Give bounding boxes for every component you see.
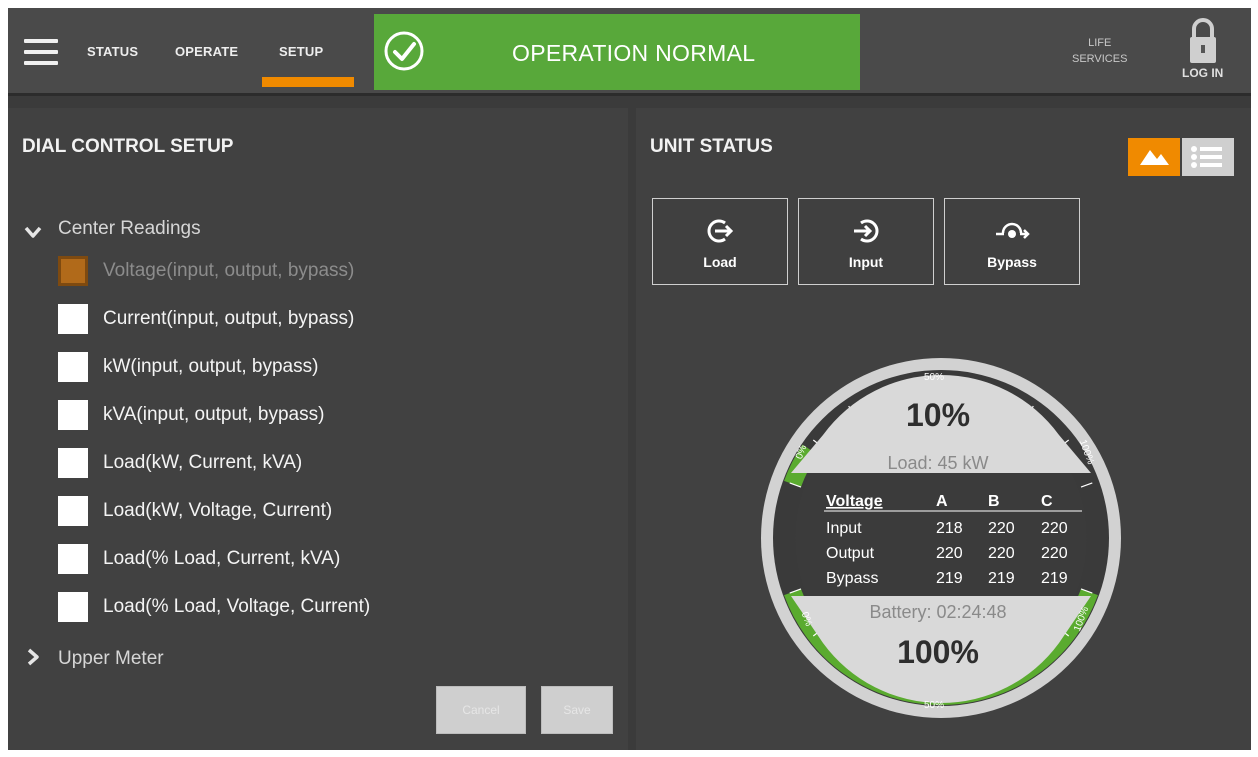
option-label: kW(input, output, bypass) <box>103 356 319 377</box>
voltage-header: Voltage <box>826 493 883 510</box>
load-kw: Load: 45 kW <box>887 453 988 473</box>
panel-title: DIAL CONTROL SETUP <box>22 136 234 157</box>
top-bar: STATUS OPERATE SETUP OPERATION NORMAL LI… <box>8 8 1251 96</box>
status-banner: OPERATION NORMAL <box>374 14 860 90</box>
battery-time: Battery: 02:24:48 <box>869 602 1006 622</box>
cancel-button[interactable]: Cancel <box>436 686 526 734</box>
save-button[interactable]: Save <box>541 686 613 734</box>
center-reading-option[interactable]: Load(kW, Voltage, Current) <box>58 494 332 528</box>
option-label: Load(% Load, Voltage, Current) <box>103 596 371 617</box>
center-reading-option[interactable]: Load(% Load, Voltage, Current) <box>58 590 370 624</box>
chevron-down-icon[interactable] <box>24 224 42 242</box>
battery-scale-50-label: 50% <box>924 700 944 711</box>
life-services-link[interactable]: LIFE SERVICES <box>1072 35 1127 67</box>
app-frame: STATUS OPERATE SETUP OPERATION NORMAL LI… <box>8 8 1251 750</box>
nav-status[interactable]: STATUS <box>87 44 138 59</box>
row-input-a: 218 <box>936 520 963 537</box>
center-reading-option[interactable]: kVA(input, output, bypass) <box>58 398 324 432</box>
login-button[interactable]: LOG IN <box>1182 66 1223 80</box>
row-bypass-c: 219 <box>1041 570 1068 587</box>
center-reading-option: Voltage(input, output, bypass) <box>58 254 354 288</box>
option-label: Load(kW, Current, kVA) <box>103 452 303 473</box>
status-banner-text: OPERATION NORMAL <box>512 40 756 66</box>
phase-c-header: C <box>1041 493 1053 510</box>
center-readings-group[interactable]: Center Readings <box>58 218 201 240</box>
nav-operate[interactable]: OPERATE <box>175 44 238 59</box>
dial-control-setup-panel: DIAL CONTROL SETUP Center Readings Volta… <box>8 108 628 750</box>
option-label: Voltage(input, output, bypass) <box>103 260 355 281</box>
load-scale-50-label: 50% <box>924 372 944 383</box>
row-bypass-label: Bypass <box>826 570 878 587</box>
battery-percent: 100% <box>897 634 979 670</box>
center-reading-option[interactable]: kW(input, output, bypass) <box>58 350 318 384</box>
center-reading-option[interactable]: Load(kW, Current, kVA) <box>58 446 302 480</box>
row-output-label: Output <box>826 545 875 562</box>
option-label: Current(input, output, bypass) <box>103 308 355 329</box>
life-services-line2: SERVICES <box>1072 53 1128 65</box>
checkbox[interactable] <box>58 592 88 622</box>
phase-b-header: B <box>988 493 1000 510</box>
row-input-label: Input <box>826 520 862 537</box>
checkbox[interactable] <box>58 496 88 526</box>
phase-a-header: A <box>936 493 948 510</box>
life-services-line1: LIFE <box>1088 37 1112 49</box>
row-input-b: 220 <box>988 520 1015 537</box>
upper-meter-group[interactable]: Upper Meter <box>58 648 164 670</box>
checkbox[interactable] <box>58 352 88 382</box>
checkbox[interactable] <box>58 448 88 478</box>
checkbox[interactable] <box>58 544 88 574</box>
row-output-b: 220 <box>988 545 1015 562</box>
row-input-c: 220 <box>1041 520 1068 537</box>
unit-status-panel: UNIT STATUS Load Input Bypass 50% 0% 100… <box>636 108 1251 750</box>
nav-active-indicator <box>262 77 354 87</box>
menu-icon[interactable] <box>24 39 58 65</box>
nav-setup[interactable]: SETUP <box>279 44 323 59</box>
lock-icon[interactable] <box>1188 16 1218 66</box>
row-bypass-a: 219 <box>936 570 963 587</box>
center-reading-option[interactable]: Current(input, output, bypass) <box>58 302 354 336</box>
checkbox[interactable] <box>58 304 88 334</box>
option-label: Load(% Load, Current, kVA) <box>103 548 341 569</box>
row-output-c: 220 <box>1041 545 1068 562</box>
check-circle-icon <box>384 31 424 71</box>
checkbox[interactable] <box>58 400 88 430</box>
ups-dial-gauge: 50% 0% 100% 0% 100% 50% 10% Load: 45 kW … <box>761 358 1121 718</box>
option-label: kVA(input, output, bypass) <box>103 404 325 425</box>
option-label: Load(kW, Voltage, Current) <box>103 500 333 521</box>
checkbox <box>58 256 88 286</box>
load-percent: 10% <box>906 397 970 433</box>
chevron-right-icon[interactable] <box>24 648 42 666</box>
center-reading-option[interactable]: Load(% Load, Current, kVA) <box>58 542 340 576</box>
row-output-a: 220 <box>936 545 963 562</box>
row-bypass-b: 219 <box>988 570 1015 587</box>
